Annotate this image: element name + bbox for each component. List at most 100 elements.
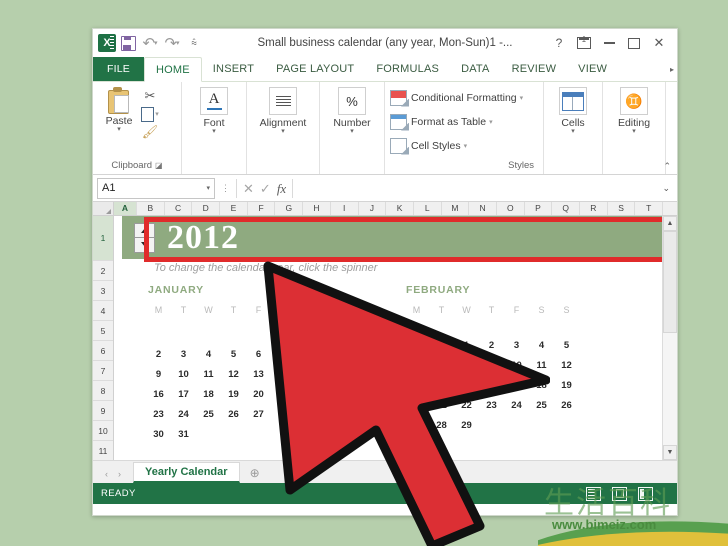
calendar-day[interactable]: 30 (146, 429, 171, 440)
calendar-day[interactable]: 16 (146, 389, 171, 400)
calendar-day[interactable]: 1 (454, 340, 479, 351)
chevron-down-icon[interactable]: ▾ (212, 128, 216, 135)
calendar-day[interactable]: 2 (479, 340, 504, 351)
normal-view-button[interactable] (586, 486, 601, 501)
maximize-button[interactable] (622, 32, 646, 54)
calendar-day[interactable]: 6 (404, 360, 429, 371)
format-painter-button[interactable]: 🖌 (140, 123, 160, 141)
calendar-day[interactable]: 23 (479, 400, 504, 411)
calendar-day[interactable]: 24 (171, 409, 196, 420)
font-button[interactable]: A Font ▾ (191, 85, 237, 135)
help-button[interactable]: ? (547, 32, 571, 54)
alignment-button[interactable]: Alignment ▾ (254, 85, 312, 135)
column-header-p[interactable]: P (525, 202, 553, 215)
calendar-day[interactable]: 20 (246, 389, 271, 400)
row-header-8[interactable]: 8 (93, 381, 113, 401)
formula-bar-grip[interactable]: ⋮ (218, 184, 233, 193)
previous-sheet-button[interactable]: ‹ (105, 469, 108, 479)
dialog-launcher-icon[interactable]: ◪ (155, 161, 163, 170)
column-header-l[interactable]: L (414, 202, 442, 215)
chevron-down-icon[interactable]: ▾ (117, 126, 121, 133)
column-header-t[interactable]: T (635, 202, 664, 215)
calendar-day[interactable]: 8 (454, 360, 479, 371)
chevron-down-icon[interactable]: ▾ (350, 128, 354, 135)
number-button[interactable]: % Number ▾ (327, 85, 377, 135)
column-header-e[interactable]: E (220, 202, 248, 215)
scrollbar-thumb[interactable] (663, 231, 677, 333)
select-all-button[interactable] (93, 202, 114, 215)
cancel-formula-button[interactable]: ✕ (243, 182, 254, 195)
column-header-j[interactable]: J (359, 202, 387, 215)
calendar-day[interactable]: 22 (296, 389, 321, 400)
calendar-day[interactable]: 14 (271, 369, 296, 380)
page-break-view-button[interactable] (638, 486, 653, 501)
calendar-day[interactable]: 18 (529, 380, 554, 391)
tab-overflow-arrow[interactable]: ▸ (670, 57, 677, 81)
calendar-day[interactable]: 21 (271, 389, 296, 400)
tab-home[interactable]: HOME (143, 57, 202, 82)
spinner-up-button[interactable] (134, 222, 155, 237)
vertical-scrollbar[interactable]: ▲ ▼ (662, 216, 677, 460)
calendar-day[interactable]: 19 (221, 389, 246, 400)
chevron-down-icon[interactable]: ▾ (281, 128, 285, 135)
column-header-g[interactable]: G (275, 202, 304, 215)
insert-function-button[interactable]: fx (277, 182, 286, 195)
calendar-day[interactable]: 17 (171, 389, 196, 400)
calendar-day[interactable]: 8 (296, 349, 321, 360)
calendar-day[interactable]: 20 (404, 400, 429, 411)
scrollbar-track[interactable] (663, 333, 677, 445)
calendar-day[interactable]: 29 (296, 409, 321, 420)
paste-button[interactable]: Paste ▾ (98, 85, 140, 133)
calendar-day[interactable]: 23 (146, 409, 171, 420)
column-header-r[interactable]: R (580, 202, 608, 215)
calendar-day[interactable]: 19 (554, 380, 579, 391)
calendar-day[interactable]: 16 (479, 380, 504, 391)
calendar-day[interactable]: 12 (221, 369, 246, 380)
cut-button[interactable]: ✂ (140, 87, 160, 105)
row-header-3[interactable]: 3 (93, 281, 113, 301)
save-button[interactable] (118, 33, 138, 53)
customize-quick-access-button[interactable]: ⩯ (184, 33, 204, 53)
copy-button[interactable]: ▾ (139, 104, 160, 123)
tab-formulas[interactable]: FORMULAS (365, 57, 450, 81)
scroll-down-button[interactable]: ▼ (663, 445, 677, 460)
calendar-day[interactable]: 12 (554, 360, 579, 371)
minimize-button[interactable] (597, 32, 621, 54)
column-header-n[interactable]: N (469, 202, 497, 215)
chevron-down-icon[interactable]: ▾ (206, 184, 210, 192)
calendar-day[interactable]: 10 (171, 369, 196, 380)
row-header-1[interactable]: 1 (93, 216, 113, 261)
conditional-formatting-button[interactable]: Conditional Formatting ▾ (390, 87, 523, 108)
column-header-f[interactable]: F (248, 202, 276, 215)
calendar-day[interactable]: 29 (454, 420, 479, 431)
spinner-down-button[interactable] (134, 237, 155, 253)
calendar-day[interactable]: 26 (554, 400, 579, 411)
calendar-day[interactable]: 31 (171, 429, 196, 440)
calendar-day[interactable]: 25 (529, 400, 554, 411)
calendar-day[interactable]: 28 (271, 409, 296, 420)
next-sheet-button[interactable]: › (118, 469, 121, 479)
editing-button[interactable]: ♊ Editing ▾ (610, 85, 658, 135)
column-header-b[interactable]: B (137, 202, 165, 215)
tab-review[interactable]: REVIEW (501, 57, 568, 81)
tab-data[interactable]: DATA (450, 57, 501, 81)
column-header-i[interactable]: I (331, 202, 359, 215)
calendar-day[interactable]: 2 (146, 349, 171, 360)
row-header-9[interactable]: 9 (93, 401, 113, 421)
row-header-4[interactable]: 4 (93, 301, 113, 321)
calendar-day[interactable]: 5 (554, 340, 579, 351)
calendar-day[interactable]: 13 (246, 369, 271, 380)
undo-button[interactable]: ↶ ▾ (140, 33, 160, 53)
calendar-day[interactable]: 3 (171, 349, 196, 360)
collapse-ribbon-button[interactable]: ⌃ (663, 161, 671, 172)
close-button[interactable]: ✕ (647, 32, 671, 54)
calendar-day[interactable]: 10 (504, 360, 529, 371)
formula-input[interactable] (296, 179, 656, 198)
calendar-day[interactable]: 27 (404, 420, 429, 431)
row-header-2[interactable]: 2 (93, 261, 113, 281)
column-header-c[interactable]: C (165, 202, 193, 215)
expand-formula-bar-button[interactable]: ⌄ (659, 183, 673, 194)
column-header-q[interactable]: Q (552, 202, 580, 215)
name-box[interactable]: A1 ▾ (97, 177, 215, 199)
tab-view[interactable]: VIEW (567, 57, 618, 81)
